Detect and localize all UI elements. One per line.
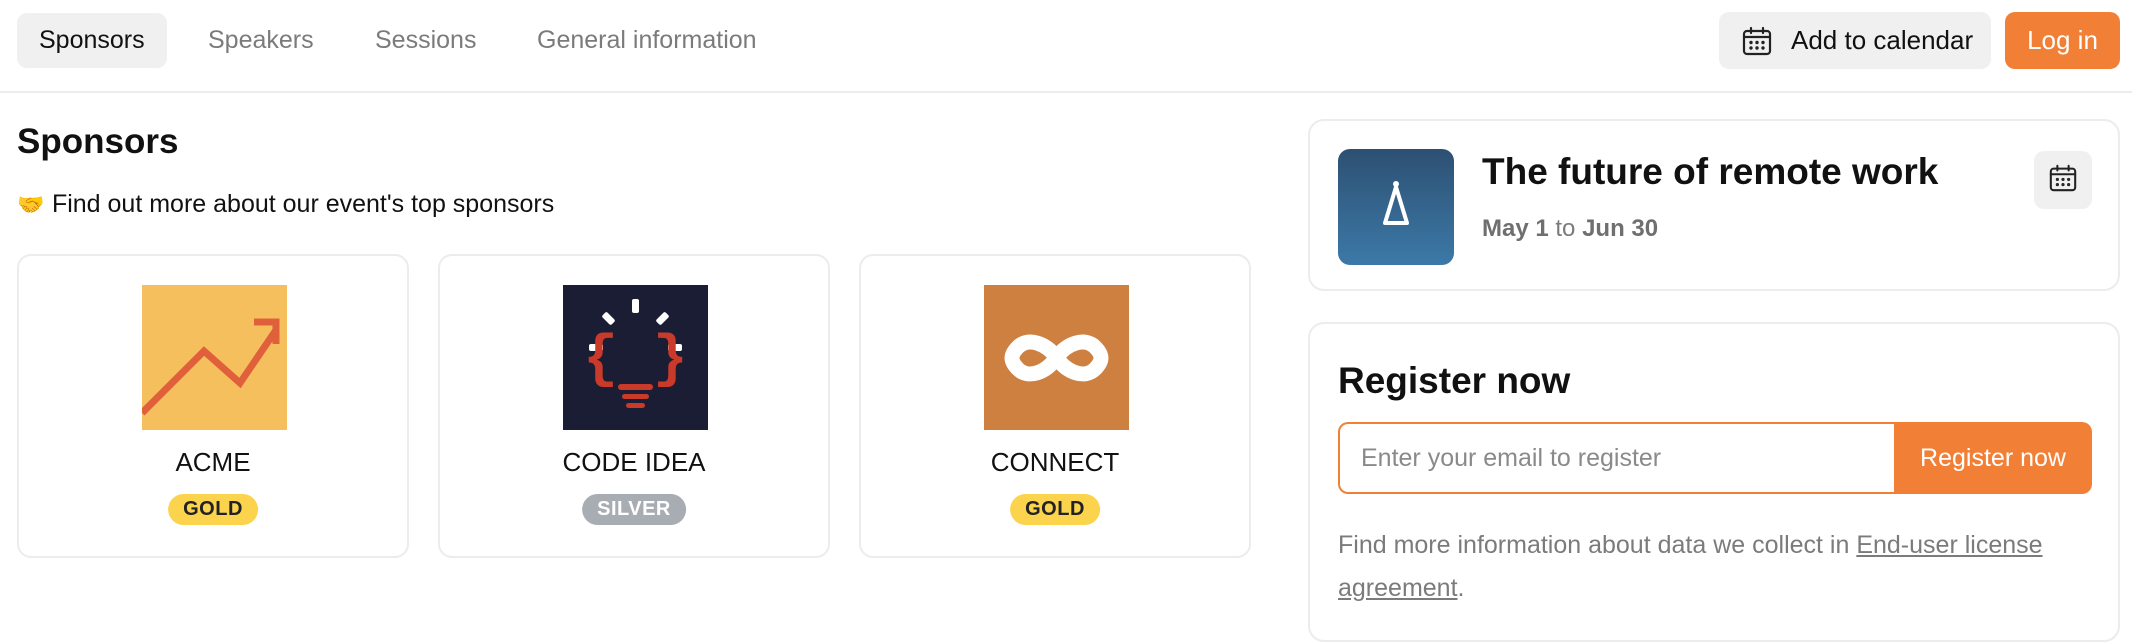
event-dates: May 1 to Jun 30	[1482, 215, 1658, 243]
sponsor-name: ACME	[175, 447, 251, 477]
page-title: Sponsors	[17, 122, 179, 161]
tab-general-information[interactable]: General information	[515, 13, 779, 68]
tier-badge: GOLD	[1010, 494, 1100, 525]
add-to-calendar-label: Add to calendar	[1791, 25, 1974, 55]
top-navigation: Sponsors Speakers Sessions General infor…	[0, 0, 2132, 93]
add-to-calendar-button[interactable]: Add to calendar	[1719, 12, 1991, 69]
event-card: The future of remote work May 1 to Jun 3…	[1308, 119, 2120, 291]
svg-text:{ }: { }	[583, 328, 687, 393]
calendar-icon	[1741, 25, 1773, 57]
event-title: The future of remote work	[1482, 151, 1939, 192]
date-separator: to	[1555, 215, 1576, 242]
sponsor-card-code-idea[interactable]: { } CODE IDEA SILVER	[438, 254, 830, 558]
register-info-text: Find more information about data we coll…	[1338, 531, 1857, 559]
lightbulb-code-icon: { }	[563, 285, 708, 430]
tier-badge: GOLD	[168, 494, 258, 525]
register-card: Register now Register now Find more info…	[1308, 322, 2120, 642]
sponsors-subtitle-text: Find out more about our event's top spon…	[51, 190, 555, 218]
handshake-icon: 🤝	[17, 192, 45, 217]
login-button[interactable]: Log in	[2005, 12, 2120, 69]
sponsor-name: CONNECT	[990, 447, 1120, 477]
email-field[interactable]	[1338, 422, 1894, 494]
register-title: Register now	[1338, 360, 1571, 401]
party-hat-icon	[1338, 149, 1454, 265]
tab-speakers[interactable]: Speakers	[186, 13, 336, 68]
infinity-icon	[984, 285, 1129, 430]
register-info: Find more information about data we coll…	[1338, 524, 2108, 610]
event-start-date: May 1	[1482, 215, 1549, 242]
trending-up-icon	[139, 285, 287, 430]
register-info-suffix: .	[1457, 574, 1465, 602]
sponsors-subtitle: 🤝 Find out more about our event's top sp…	[17, 190, 554, 219]
register-button[interactable]: Register now	[1894, 422, 2092, 494]
event-calendar-button[interactable]	[2034, 151, 2092, 209]
calendar-icon	[2048, 163, 2078, 198]
tier-badge: SILVER	[582, 494, 686, 525]
tab-sessions[interactable]: Sessions	[353, 13, 498, 68]
tab-sponsors[interactable]: Sponsors	[17, 13, 167, 68]
sponsor-card-connect[interactable]: CONNECT GOLD	[859, 254, 1251, 558]
sponsor-name: CODE IDEA	[562, 447, 706, 477]
event-end-date: Jun 30	[1582, 215, 1659, 242]
sponsor-card-acme[interactable]: ACME GOLD	[17, 254, 409, 558]
